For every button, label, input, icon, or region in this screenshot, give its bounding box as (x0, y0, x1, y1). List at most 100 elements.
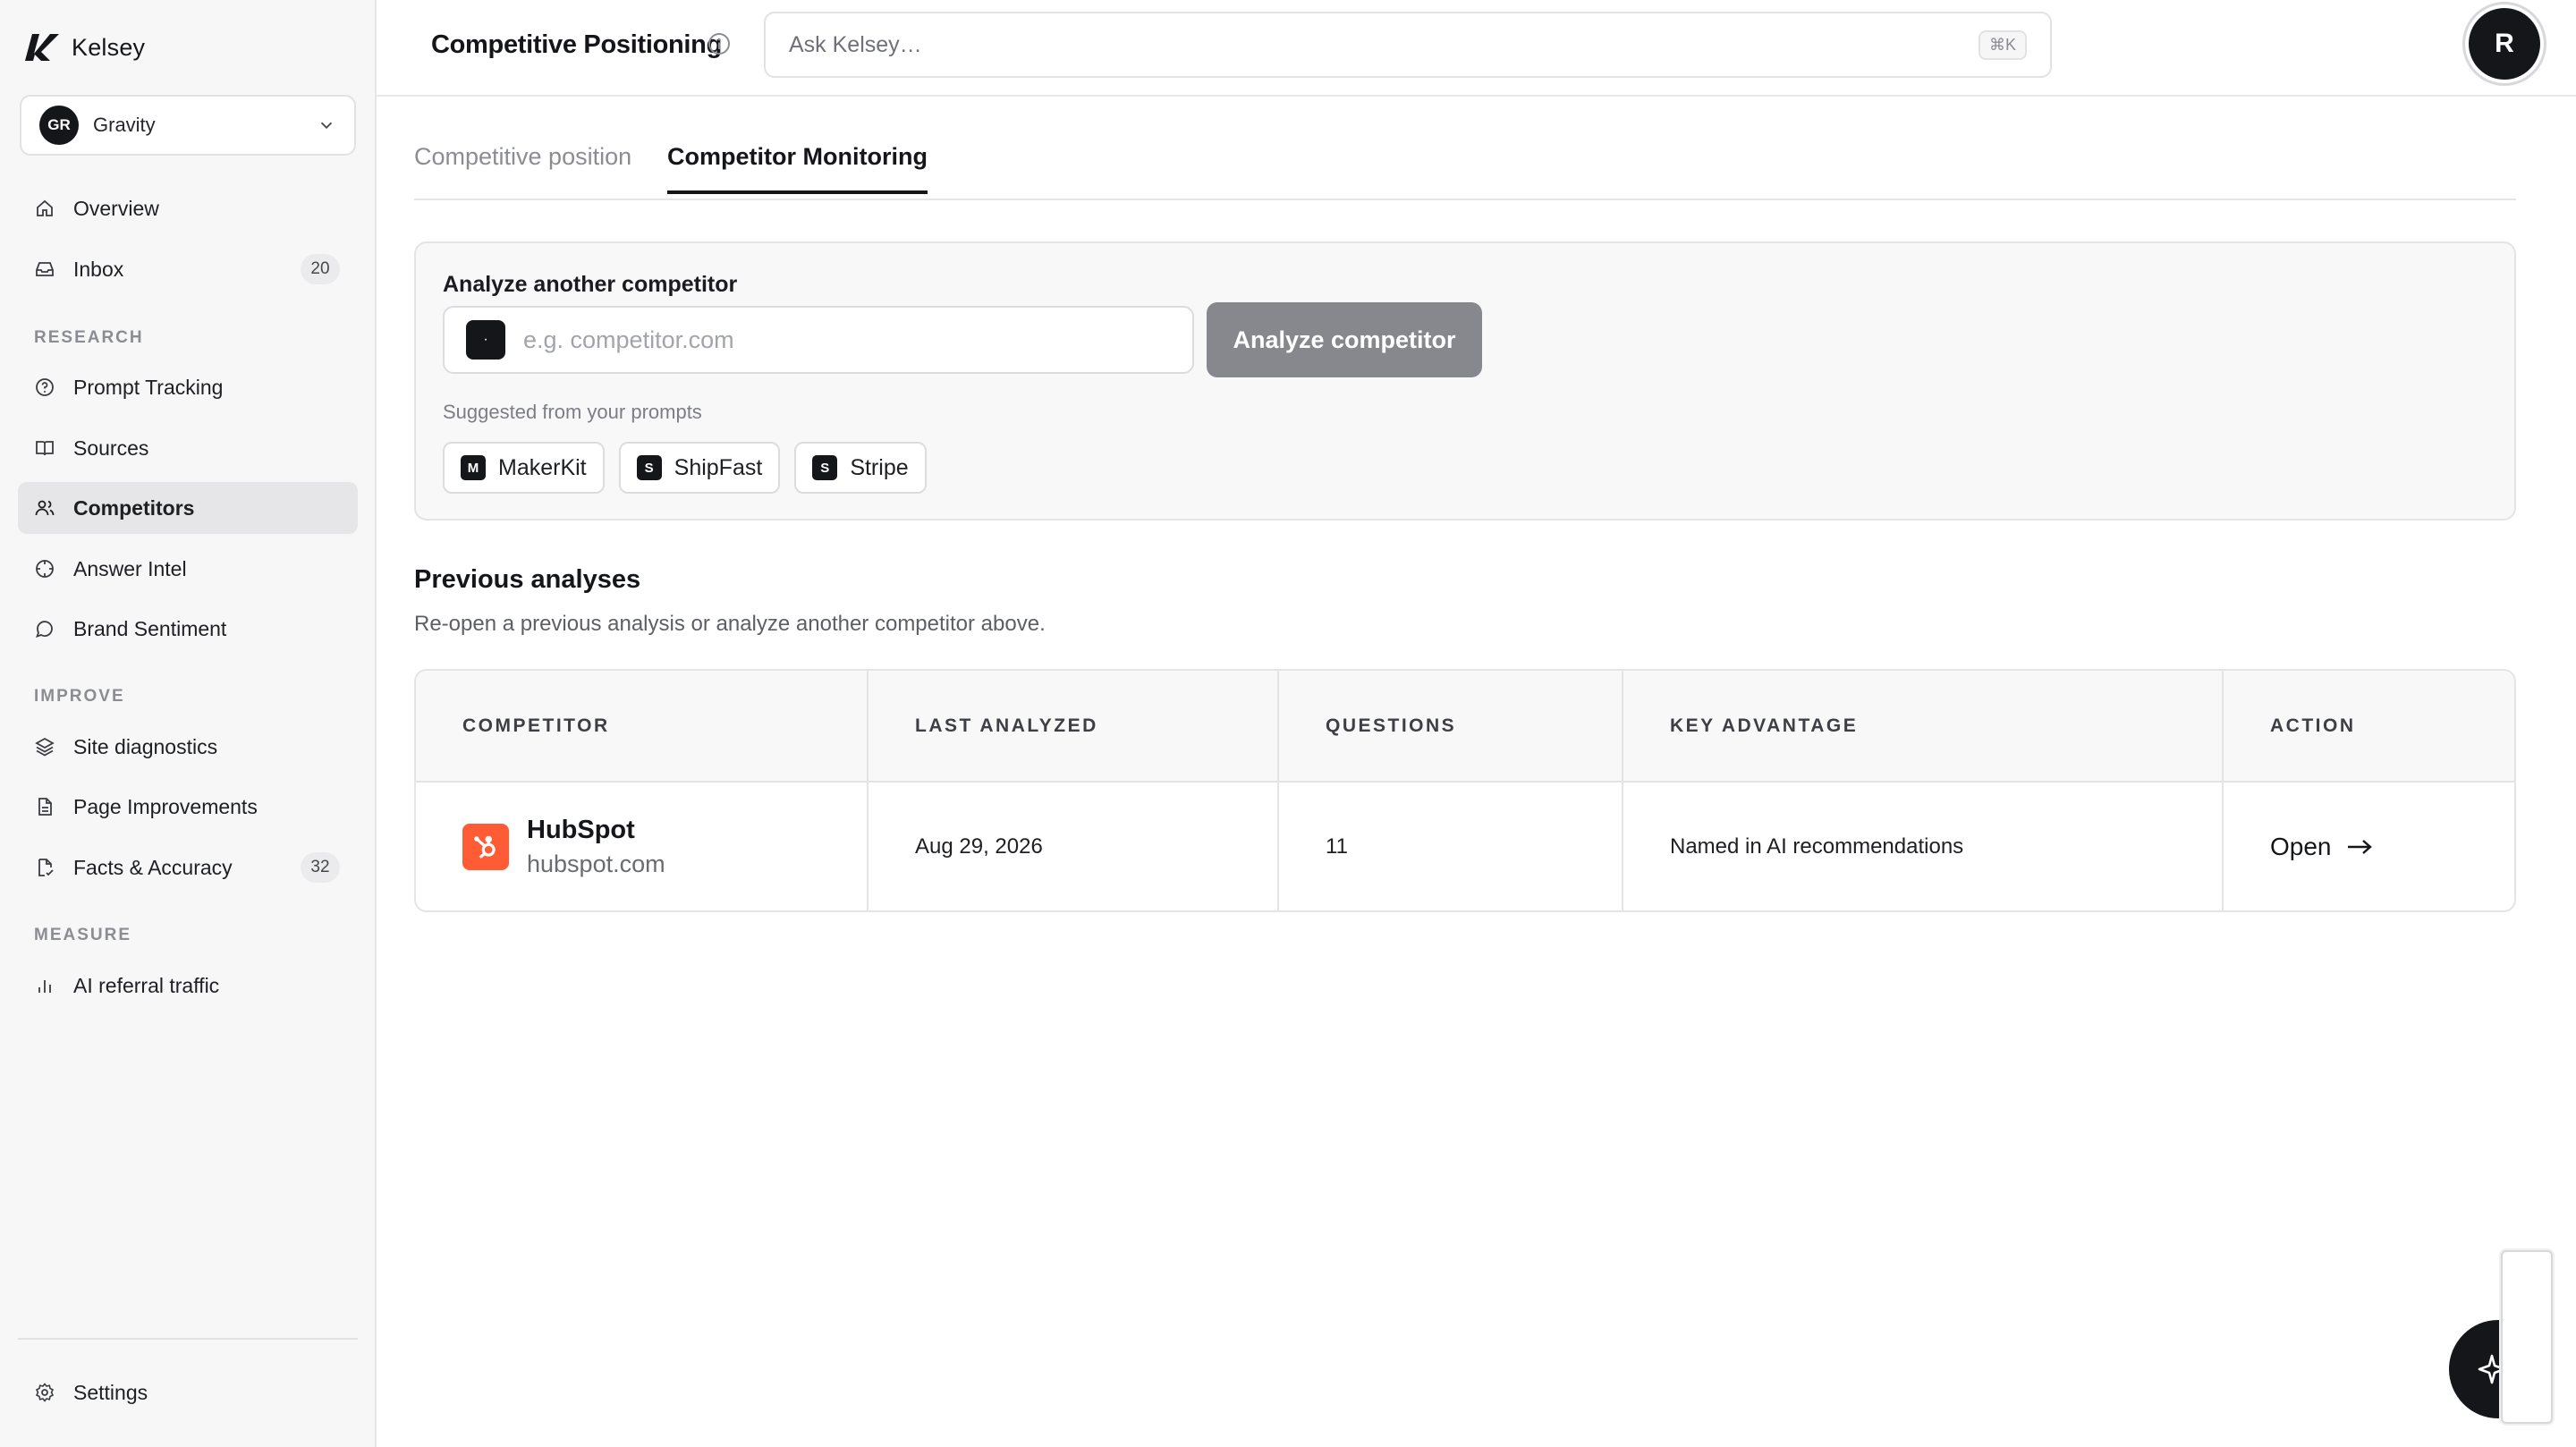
inbox-count-badge: 20 (301, 254, 340, 284)
shortcut-hint: ⌘K (1978, 30, 2027, 60)
main-content: Competitive Positioning ⌘K R Competitive… (377, 0, 2576, 1447)
analyze-label: Analyze another competitor (443, 272, 738, 297)
document-check-icon (34, 857, 55, 878)
open-label: Open (2270, 832, 2332, 860)
sidebar-item-prompt-tracking[interactable]: Prompt Tracking (18, 361, 358, 413)
column-header: QUESTIONS (1278, 671, 1623, 783)
suggestions-label: Suggested from your prompts (443, 401, 702, 423)
brand-logo[interactable]: Kelsey (23, 32, 145, 63)
makerkit-logo-icon: M (461, 455, 486, 480)
sidebar-item-label: Sources (73, 436, 149, 460)
stripe-logo-icon: S (812, 455, 838, 480)
chip-label: Stripe (850, 454, 909, 480)
analyze-competitor-button[interactable]: Analyze competitor (1207, 302, 1482, 377)
inbox-icon (34, 258, 55, 280)
column-header: ACTION (2223, 671, 2514, 783)
column-header: COMPETITOR (416, 671, 869, 783)
topbar: Competitive Positioning ⌘K R (377, 0, 2576, 97)
arrow-right-icon (2347, 839, 2372, 854)
suggestion-chip-makerkit[interactable]: M MakerKit (443, 442, 605, 494)
competitor-cell: HubSpot hubspot.com (416, 782, 869, 910)
competitor-domain: hubspot.com (527, 850, 665, 877)
user-avatar[interactable]: R (2469, 8, 2540, 80)
sidebar-item-label: Answer Intel (73, 556, 187, 580)
sidebar-item-brand-sentiment[interactable]: Brand Sentiment (18, 603, 358, 655)
tab-competitor-monitoring[interactable]: Competitor Monitoring (667, 143, 928, 194)
bar-chart-icon (34, 975, 55, 996)
tab-competitive-position[interactable]: Competitive position (414, 143, 631, 190)
shipfast-logo-icon: S (636, 455, 662, 480)
key-advantage-cell: Named in AI recommendations (1623, 782, 2224, 910)
table-row[interactable]: HubSpot hubspot.com Aug 29, 2026 11 Name… (416, 782, 2514, 910)
last-analyzed-cell: Aug 29, 2026 (868, 782, 1279, 910)
previous-analyses-subtitle: Re-open a previous analysis or analyze a… (414, 612, 1046, 636)
sidebar-item-answer-intel[interactable]: Answer Intel (18, 543, 358, 595)
users-icon (34, 497, 55, 519)
ask-kelsey-search[interactable]: ⌘K (764, 12, 2052, 78)
hubspot-logo-icon (462, 823, 509, 870)
sidebar-item-inbox[interactable]: Inbox 20 (18, 243, 358, 295)
sidebar-item-label: Brand Sentiment (73, 616, 227, 640)
column-header: KEY ADVANTAGE (1623, 671, 2224, 783)
suggestion-chips: M MakerKit S ShipFast S Stripe (443, 442, 927, 494)
sidebar-item-settings[interactable]: Settings (18, 1367, 358, 1418)
sidebar-item-label: AI referral traffic (73, 973, 220, 997)
facts-count-badge: 32 (301, 852, 340, 883)
sidebar-item-page-improvements[interactable]: Page Improvements (18, 781, 358, 833)
suggestion-chip-shipfast[interactable]: S ShipFast (618, 442, 781, 494)
sidebar-item-competitors[interactable]: Competitors (18, 482, 358, 534)
crosshair-icon (34, 558, 55, 580)
nav-section-measure: MEASURE (34, 926, 132, 944)
workspace-name: Gravity (93, 114, 156, 136)
help-circle-icon (34, 377, 55, 398)
sidebar-item-label: Page Improvements (73, 794, 258, 818)
sidebar: Kelsey GR Gravity Overview Inbox 20 RESE… (0, 0, 377, 1447)
sidebar-divider (18, 1338, 358, 1340)
questions-cell: 11 (1278, 782, 1623, 910)
sidebar-item-site-diagnostics[interactable]: Site diagnostics (18, 721, 358, 773)
chat-widget-frame[interactable] (2501, 1250, 2553, 1424)
sidebar-item-label: Settings (73, 1380, 148, 1404)
gear-icon (34, 1382, 55, 1403)
competitor-domain-field[interactable]: · (443, 306, 1194, 374)
sidebar-item-overview[interactable]: Overview (18, 182, 358, 234)
suggestion-chip-stripe[interactable]: S Stripe (794, 442, 927, 494)
book-icon (34, 437, 55, 459)
previous-analyses-table: COMPETITOR LAST ANALYZED QUESTIONS KEY A… (414, 669, 2516, 912)
workspace-avatar: GR (39, 106, 79, 145)
column-header: LAST ANALYZED (868, 671, 1279, 783)
favicon-placeholder-icon: · (466, 320, 505, 360)
tab-bar: Competitive position Competitor Monitori… (414, 143, 2516, 200)
sidebar-item-label: Inbox (73, 257, 124, 281)
kelsey-logo-icon (25, 34, 59, 61)
chevron-down-icon (320, 122, 333, 130)
info-icon[interactable] (708, 32, 731, 55)
sidebar-item-label: Facts & Accuracy (73, 855, 233, 879)
table-header-row: COMPETITOR LAST ANALYZED QUESTIONS KEY A… (416, 671, 2514, 783)
sidebar-item-label: Overview (73, 196, 159, 220)
layers-icon (34, 736, 55, 757)
page-title: Competitive Positioning (431, 30, 723, 59)
sidebar-item-facts-accuracy[interactable]: Facts & Accuracy 32 (18, 842, 358, 893)
sidebar-item-label: Competitors (73, 495, 195, 520)
chip-label: MakerKit (498, 454, 587, 480)
competitor-domain-input[interactable] (523, 326, 1171, 354)
competitor-name: HubSpot (527, 815, 635, 844)
chip-label: ShipFast (674, 454, 763, 480)
analyze-competitor-card: Analyze another competitor · Analyze com… (414, 241, 2516, 520)
previous-analyses-title: Previous analyses (414, 565, 641, 594)
sidebar-item-label: Prompt Tracking (73, 375, 224, 399)
nav-section-improve: IMPROVE (34, 687, 125, 706)
open-analysis-link[interactable]: Open (2270, 833, 2373, 861)
nav-section-research: RESEARCH (34, 328, 144, 347)
action-cell: Open (2223, 782, 2514, 910)
workspace-switcher[interactable]: GR Gravity (20, 95, 356, 156)
sidebar-item-sources[interactable]: Sources (18, 422, 358, 474)
message-icon (34, 618, 55, 639)
sidebar-item-label: Site diagnostics (73, 734, 218, 758)
document-icon (34, 796, 55, 817)
brand-name: Kelsey (72, 33, 146, 61)
ask-kelsey-input[interactable] (789, 31, 1979, 58)
home-icon (34, 198, 55, 219)
sidebar-item-ai-referral-traffic[interactable]: AI referral traffic (18, 960, 358, 1011)
